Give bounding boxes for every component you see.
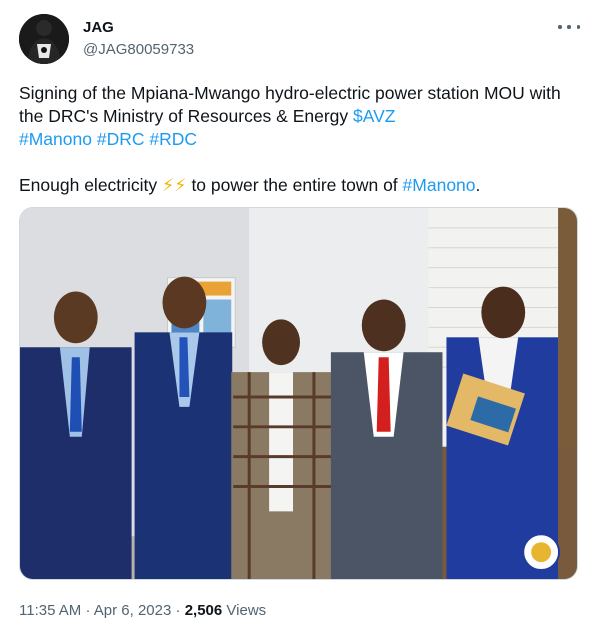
views-count[interactable]: 2,506 [185,602,223,619]
hashtag-drc[interactable]: #DRC [97,129,145,149]
tweet-line-2-mid: to power the entire town of [186,175,403,195]
tweet-photo[interactable] [19,207,578,580]
author-handle[interactable]: @JAG80059733 [83,41,194,58]
tweet-meta: 11:35 AM · Apr 6, 2023 · 2,506 Views [19,602,266,619]
dot [567,25,571,29]
tweet-paragraph-2: Enough electricity ⚡⚡ to power the entir… [19,174,584,197]
tweet-line-1: Signing of the Mpiana-Mwango hydro-elect… [19,83,561,126]
meta-separator-2: · [175,602,181,619]
hashtag-manono-2[interactable]: #Manono [403,175,476,195]
meta-separator-1: · [85,602,91,619]
tweet-text: Signing of the Mpiana-Mwango hydro-elect… [19,82,584,197]
avatar[interactable] [19,14,69,64]
tweet-date[interactable]: Apr 6, 2023 [94,602,172,619]
dot [576,25,580,29]
lightning-emoji-icon: ⚡⚡ [162,175,187,195]
views-label: Views [226,602,267,619]
tweet-time[interactable]: 11:35 AM [19,602,81,619]
author-name[interactable]: JAG [83,19,114,36]
tweet-paragraph-1: Signing of the Mpiana-Mwango hydro-elect… [19,82,584,151]
dot [558,25,562,29]
hashtag-manono[interactable]: #Manono [19,129,92,149]
cashtag-avz[interactable]: $AVZ [353,106,395,126]
more-horizontal-icon[interactable] [558,18,580,36]
tweet-line-2-end: . [475,175,481,195]
hashtag-rdc[interactable]: #RDC [149,129,197,149]
tweet-line-2-start: Enough electricity [19,175,162,195]
